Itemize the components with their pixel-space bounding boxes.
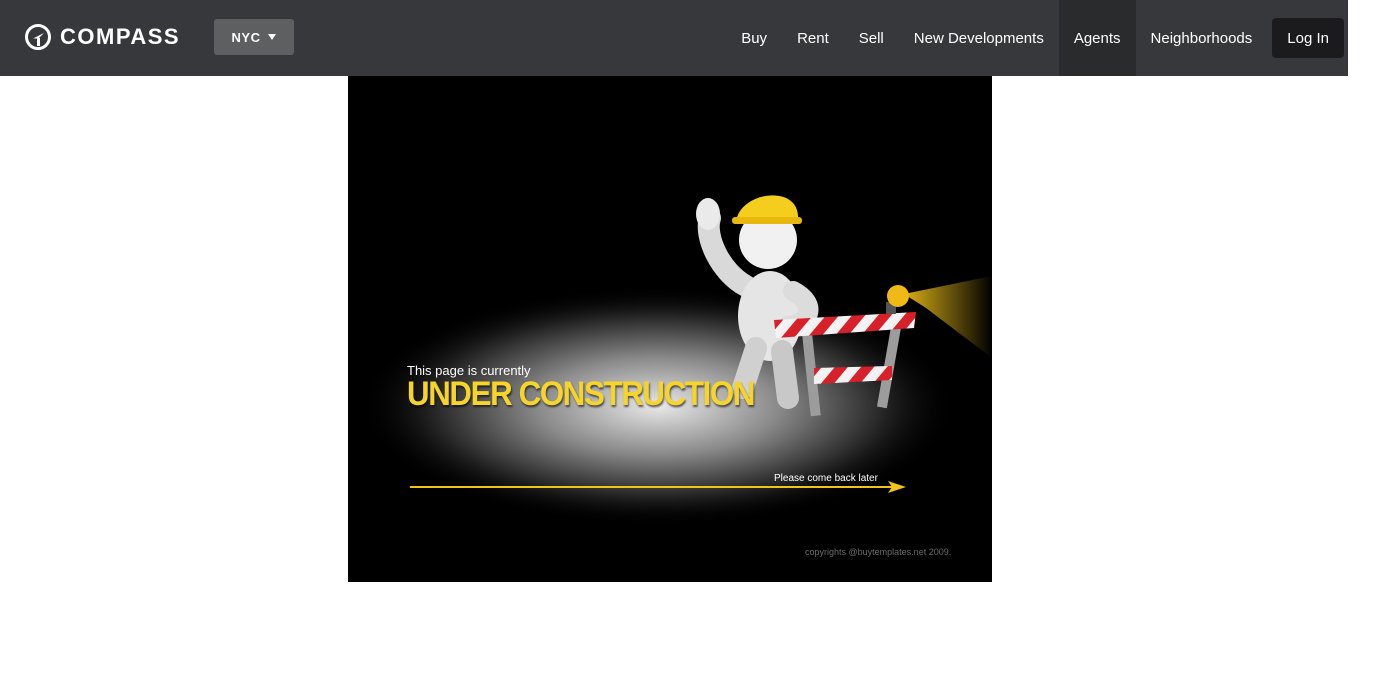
construction-title: UNDER CONSTRUCTION [407,375,755,413]
warning-light [886,285,909,314]
main-nav: Buy Rent Sell New Developments Agents Ne… [726,0,1348,76]
compass-logo-icon [25,24,51,50]
city-selector[interactable]: NYC [214,19,294,55]
nav-agents[interactable]: Agents [1058,0,1136,76]
nav-sell[interactable]: Sell [844,0,899,76]
under-construction-image: This page is currently UNDER CONSTRUCTIO… [348,76,992,582]
top-navbar: COMPASS NYC Buy Rent Sell New Developmen… [0,0,1348,76]
copyright-text: copyrights @buytemplates.net 2009. [805,547,952,557]
nav-neighborhoods[interactable]: Neighborhoods [1136,0,1268,76]
nav-rent[interactable]: Rent [782,0,844,76]
caret-down-icon [268,34,277,40]
city-selector-label: NYC [231,29,261,45]
login-button[interactable]: Log In [1272,18,1344,58]
nav-buy[interactable]: Buy [726,0,782,76]
nav-new-developments[interactable]: New Developments [899,0,1059,76]
compass-logo[interactable]: COMPASS [24,23,180,51]
come-back-message: Please come back later [774,473,878,484]
logo-text: COMPASS [60,24,181,49]
construction-illustration [358,195,992,526]
